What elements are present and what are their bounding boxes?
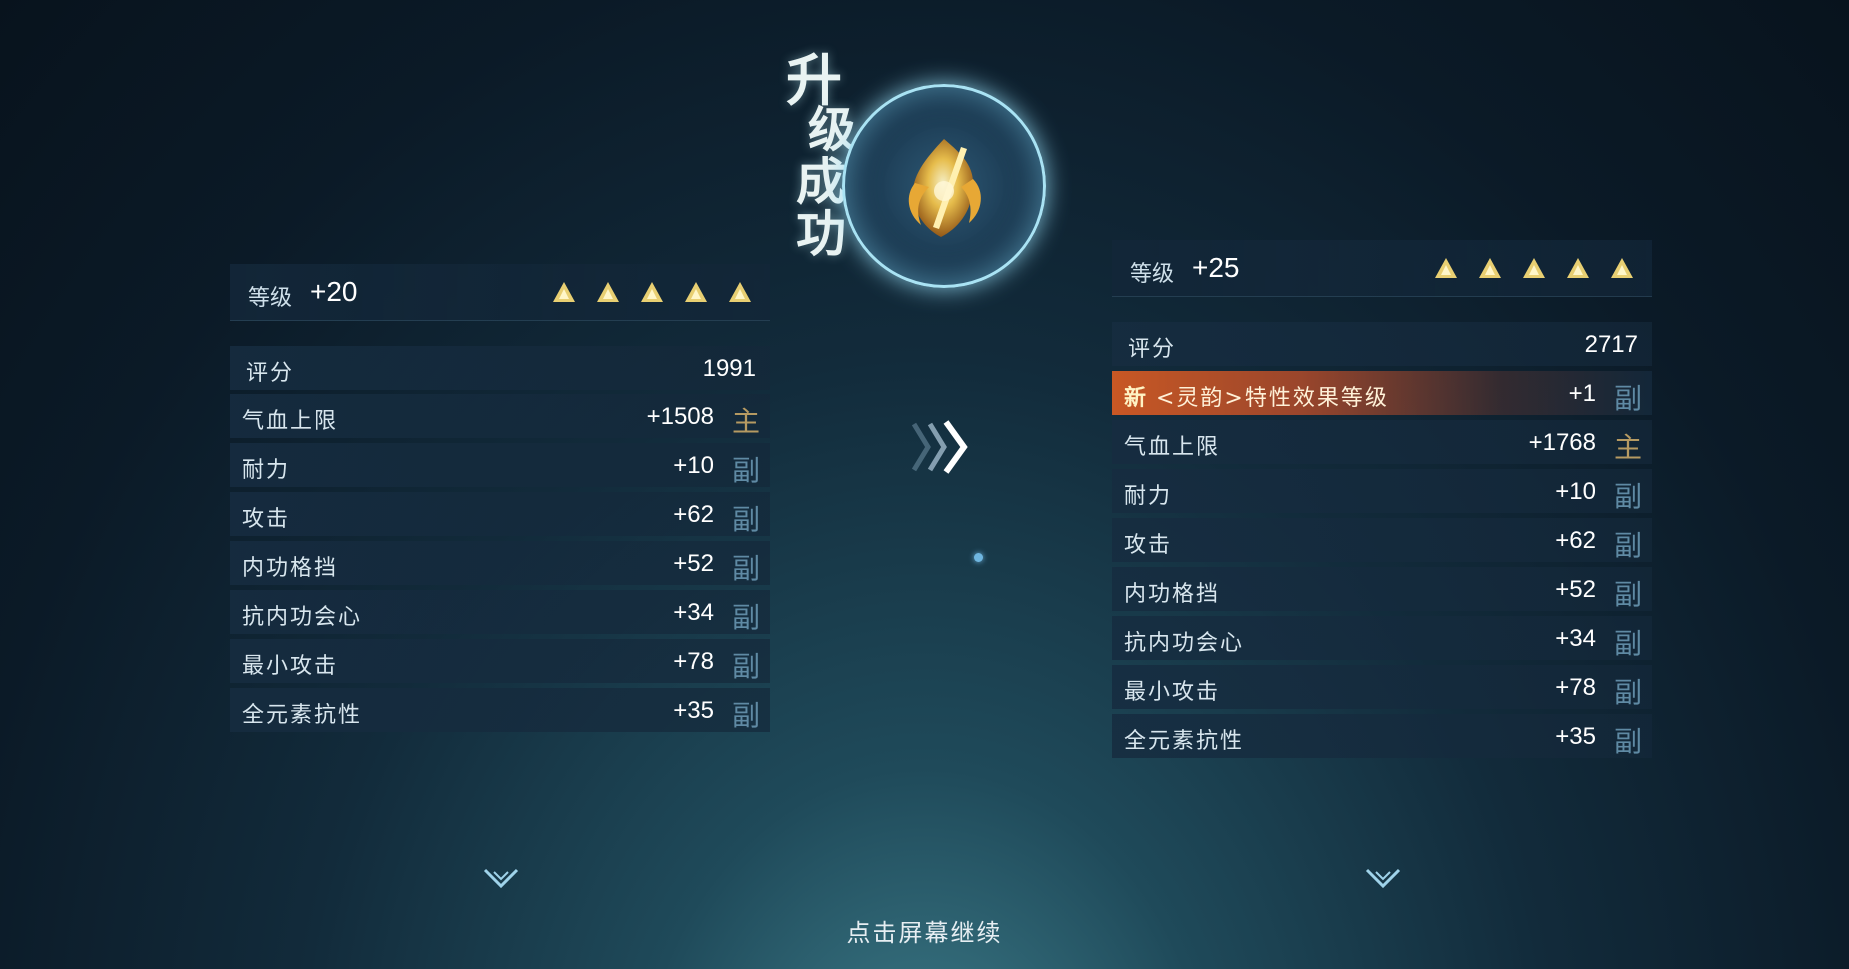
- stat-type-tag: 副: [1613, 529, 1642, 562]
- gold-triangle-star-icon: [597, 282, 619, 302]
- stat-label: 内功格挡: [242, 556, 339, 581]
- stat-row: 全元素抗性 +35 副: [230, 688, 770, 732]
- level-value: +25: [1192, 252, 1240, 283]
- stat-type-tag: 副: [731, 650, 760, 683]
- item-orb: [842, 84, 1046, 288]
- stat-row: 耐力 +10 副: [230, 443, 770, 487]
- stat-value: +1508: [646, 403, 714, 430]
- stat-row: 抗内功会心 +34 副: [230, 590, 770, 634]
- stat-value: +62: [673, 501, 714, 528]
- stat-type-tag: 副: [1613, 382, 1642, 415]
- stat-value: +35: [1555, 723, 1596, 750]
- stat-type-tag: 副: [731, 552, 760, 585]
- golden-flame-emblem-icon: [908, 139, 981, 237]
- gold-triangle-star-icon: [1435, 258, 1457, 278]
- stat-value: +34: [673, 599, 714, 626]
- stat-label: 攻击: [242, 507, 291, 532]
- stat-row: 内功格挡 +52 副: [230, 541, 770, 585]
- stat-row: 最小攻击 +78 副: [230, 639, 770, 683]
- stat-value: +34: [1555, 625, 1596, 652]
- stat-value: +1: [1568, 380, 1596, 407]
- stat-row: 耐力 +10 副: [1112, 469, 1652, 513]
- stat-value: +62: [1555, 527, 1596, 554]
- decorative-dot: [974, 553, 983, 562]
- upgrade-result-screen[interactable]: 升 级 成 功 等级 +20 评分 1991 气血上限 +1508 主 耐力 +…: [0, 0, 1849, 969]
- stat-type-tag: 副: [1613, 676, 1642, 709]
- stat-row: 攻击 +62 副: [1112, 518, 1652, 562]
- stat-type-tag: 副: [731, 454, 760, 487]
- stat-type-tag: 副: [731, 503, 760, 536]
- gold-triangle-star-icon: [1523, 258, 1545, 278]
- new-stat-row: 新 <灵韵>特性效果等级 +1 副: [1112, 371, 1652, 415]
- stat-type-tag: 主: [731, 405, 760, 438]
- stat-row: 气血上限 +1508 主: [230, 394, 770, 438]
- new-badge: 新: [1124, 386, 1147, 411]
- star-rating: [1434, 256, 1634, 280]
- stat-value: +52: [673, 550, 714, 577]
- stat-label: 耐力: [242, 458, 291, 483]
- score-label: 评分: [246, 361, 295, 386]
- gold-triangle-star-icon: [1567, 258, 1589, 278]
- level-label: 等级: [1130, 262, 1175, 287]
- stat-label: 攻击: [1124, 533, 1173, 558]
- level-value: +20: [310, 276, 358, 307]
- stat-value: +52: [1555, 576, 1596, 603]
- score-value: 1991: [702, 355, 756, 382]
- stat-type-tag: 副: [731, 601, 760, 634]
- score-label: 评分: [1128, 337, 1177, 362]
- tap-to-continue-text[interactable]: 点击屏幕继续: [0, 913, 1849, 948]
- triple-chevron-right-icon: [912, 420, 968, 474]
- stat-type-tag: 副: [1613, 627, 1642, 660]
- stat-row: 全元素抗性 +35 副: [1112, 714, 1652, 758]
- stat-value: +10: [1555, 478, 1596, 505]
- gold-triangle-star-icon: [553, 282, 575, 302]
- stat-row: 气血上限 +1768 主: [1112, 420, 1652, 464]
- score-value: 2717: [1584, 331, 1638, 358]
- stat-label: 最小攻击: [242, 654, 339, 679]
- stat-row: 抗内功会心 +34 副: [1112, 616, 1652, 660]
- level-header: 等级 +20: [230, 264, 770, 321]
- gold-triangle-star-icon: [685, 282, 707, 302]
- stat-label: 最小攻击: [1124, 680, 1221, 705]
- stat-label: 内功格挡: [1124, 582, 1221, 607]
- stat-label: 全元素抗性: [242, 703, 363, 728]
- stat-row: 攻击 +62 副: [230, 492, 770, 536]
- stat-row: 最小攻击 +78 副: [1112, 665, 1652, 709]
- star-rating: [552, 280, 752, 304]
- gold-triangle-star-icon: [1611, 258, 1633, 278]
- stat-type-tag: 副: [1613, 578, 1642, 611]
- stat-type-tag: 副: [731, 699, 760, 732]
- level-label: 等级: [248, 286, 293, 311]
- stat-label: 抗内功会心: [1124, 631, 1245, 656]
- stat-value: +78: [673, 648, 714, 675]
- title-char-4: 功: [796, 204, 846, 263]
- stat-value: +78: [1555, 674, 1596, 701]
- gold-triangle-star-icon: [1479, 258, 1501, 278]
- stat-label: <灵韵>特性效果等级: [1156, 386, 1389, 411]
- stat-label: 气血上限: [1124, 435, 1221, 460]
- score-row: 评分 2717: [1112, 322, 1652, 366]
- gold-triangle-star-icon: [641, 282, 663, 302]
- stat-value: +10: [673, 452, 714, 479]
- level-header: 等级 +25: [1112, 240, 1652, 297]
- stat-label: 耐力: [1124, 484, 1173, 509]
- stat-label: 全元素抗性: [1124, 729, 1245, 754]
- gold-triangle-star-icon: [729, 282, 751, 302]
- score-row: 评分 1991: [230, 346, 770, 390]
- chevron-down-icon[interactable]: [1364, 866, 1402, 892]
- stat-label: 抗内功会心: [242, 605, 363, 630]
- stat-type-tag: 副: [1613, 725, 1642, 758]
- stat-row: 内功格挡 +52 副: [1112, 567, 1652, 611]
- stat-type-tag: 副: [1613, 480, 1642, 513]
- stat-value: +35: [673, 697, 714, 724]
- chevron-down-icon[interactable]: [482, 866, 520, 892]
- stat-type-tag: 主: [1613, 431, 1642, 464]
- stat-value: +1768: [1528, 429, 1596, 456]
- stat-label: 气血上限: [242, 409, 339, 434]
